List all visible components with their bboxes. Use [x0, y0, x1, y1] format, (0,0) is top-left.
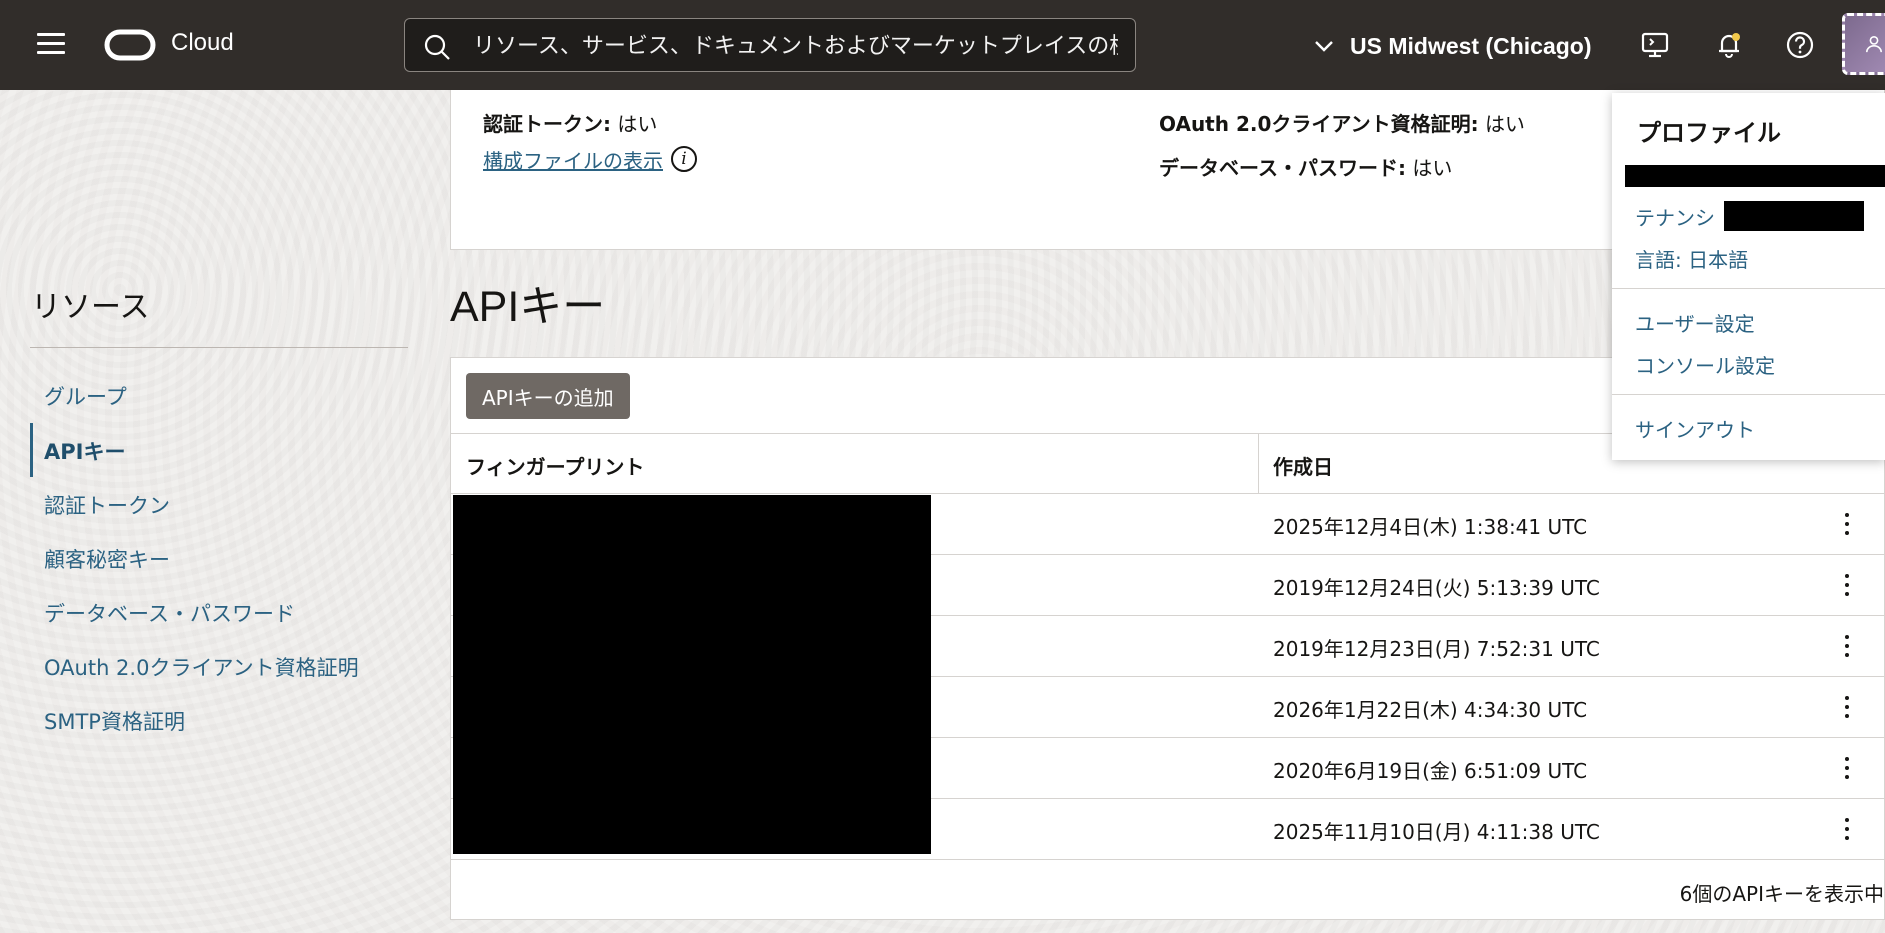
profile-dropdown-menu: プロファイル テナンシ 言語: 日本語 ユーザー設定 コンソール設定 サインアウ…	[1612, 93, 1885, 460]
hamburger-menu-icon[interactable]	[37, 33, 65, 57]
sidebar-item-customer-secret-keys[interactable]: 顧客秘密キー	[44, 544, 170, 574]
column-header-created[interactable]: 作成日	[1273, 451, 1333, 480]
sidebar-item-auth-tokens[interactable]: 認証トークン	[44, 490, 170, 520]
db-password-label: データベース・パスワード:	[1159, 156, 1406, 180]
created-date: 2019年12月24日(火) 5:13:39 UTC	[1273, 576, 1600, 600]
search-box[interactable]	[404, 18, 1136, 72]
row-actions-kebab-icon[interactable]	[1842, 511, 1852, 537]
info-icon[interactable]: i	[671, 146, 697, 172]
notification-bell-icon[interactable]	[1713, 29, 1745, 61]
sidebar-item-groups[interactable]: グループ	[44, 381, 127, 411]
auth-token-capability: 認証トークン: はい	[483, 108, 657, 137]
created-date: 2026年1月22日(木) 4:34:30 UTC	[1273, 698, 1588, 722]
auth-token-label: 認証トークン:	[483, 112, 611, 136]
row-actions-kebab-icon[interactable]	[1842, 694, 1852, 720]
search-icon	[424, 34, 450, 60]
sign-out-link[interactable]: サインアウト	[1635, 414, 1755, 443]
add-api-key-button[interactable]: APIキーの追加	[466, 373, 630, 419]
view-config-file-link[interactable]: 構成ファイルの表示	[483, 145, 663, 174]
resources-title: リソース	[31, 290, 150, 325]
row-actions-kebab-icon[interactable]	[1842, 572, 1852, 598]
search-input[interactable]	[471, 27, 1120, 65]
username-redaction	[1625, 165, 1885, 187]
row-actions-kebab-icon[interactable]	[1842, 633, 1852, 659]
created-date: 2020年6月19日(金) 6:51:09 UTC	[1273, 759, 1588, 783]
profile-avatar-button[interactable]	[1842, 13, 1885, 75]
page-title: APIキー	[450, 283, 606, 331]
created-date: 2019年12月23日(月) 7:52:31 UTC	[1273, 637, 1600, 661]
oauth-label: OAuth 2.0クライアント資格証明:	[1159, 112, 1479, 136]
cloud-shell-icon[interactable]	[1639, 29, 1671, 61]
region-label: US Midwest (Chicago)	[1350, 32, 1592, 59]
menu-divider	[1612, 288, 1885, 289]
menu-divider	[1612, 394, 1885, 395]
language-link[interactable]: 言語: 日本語	[1635, 244, 1748, 273]
chevron-down-icon	[1315, 41, 1333, 52]
sidebar-item-oauth-credentials[interactable]: OAuth 2.0クライアント資格証明	[44, 652, 359, 682]
tenancy-link[interactable]: テナンシ	[1635, 202, 1715, 231]
column-divider	[1258, 434, 1259, 494]
auth-token-value: はい	[617, 112, 658, 136]
row-actions-kebab-icon[interactable]	[1842, 816, 1852, 842]
oauth-value: はい	[1484, 112, 1525, 136]
region-selector[interactable]: US Midwest (Chicago)	[1312, 28, 1592, 64]
cloud-logo-text[interactable]: Cloud	[171, 29, 234, 57]
sidebar-item-api-keys[interactable]: APIキー	[44, 436, 125, 466]
sidebar-item-smtp-credentials[interactable]: SMTP資格証明	[44, 706, 185, 736]
fingerprint-redaction	[453, 495, 931, 854]
user-icon	[1865, 35, 1883, 53]
help-icon[interactable]	[1784, 29, 1816, 61]
oauth-capability: OAuth 2.0クライアント資格証明: はい	[1159, 108, 1525, 137]
sidebar-item-database-passwords[interactable]: データベース・パスワード	[44, 598, 295, 628]
tenancy-redaction	[1724, 201, 1864, 231]
db-password-capability: データベース・パスワード: はい	[1159, 152, 1452, 181]
created-date: 2025年12月4日(木) 1:38:41 UTC	[1273, 515, 1588, 539]
column-header-fingerprint[interactable]: フィンガープリント	[466, 451, 644, 480]
row-actions-kebab-icon[interactable]	[1842, 755, 1852, 781]
table-footer-count: 6個のAPIキーを表示中	[1679, 882, 1884, 906]
active-nav-indicator	[30, 423, 33, 477]
oracle-logo-icon[interactable]	[104, 29, 156, 61]
user-settings-link[interactable]: ユーザー設定	[1635, 308, 1755, 337]
created-date: 2025年11月10日(月) 4:11:38 UTC	[1273, 820, 1600, 844]
db-password-value: はい	[1412, 156, 1453, 180]
resources-divider	[30, 347, 408, 348]
console-settings-link[interactable]: コンソール設定	[1635, 350, 1775, 379]
top-bar: Cloud US Midwest (Chicago)	[0, 0, 1885, 90]
profile-menu-title: プロファイル	[1637, 119, 1781, 147]
